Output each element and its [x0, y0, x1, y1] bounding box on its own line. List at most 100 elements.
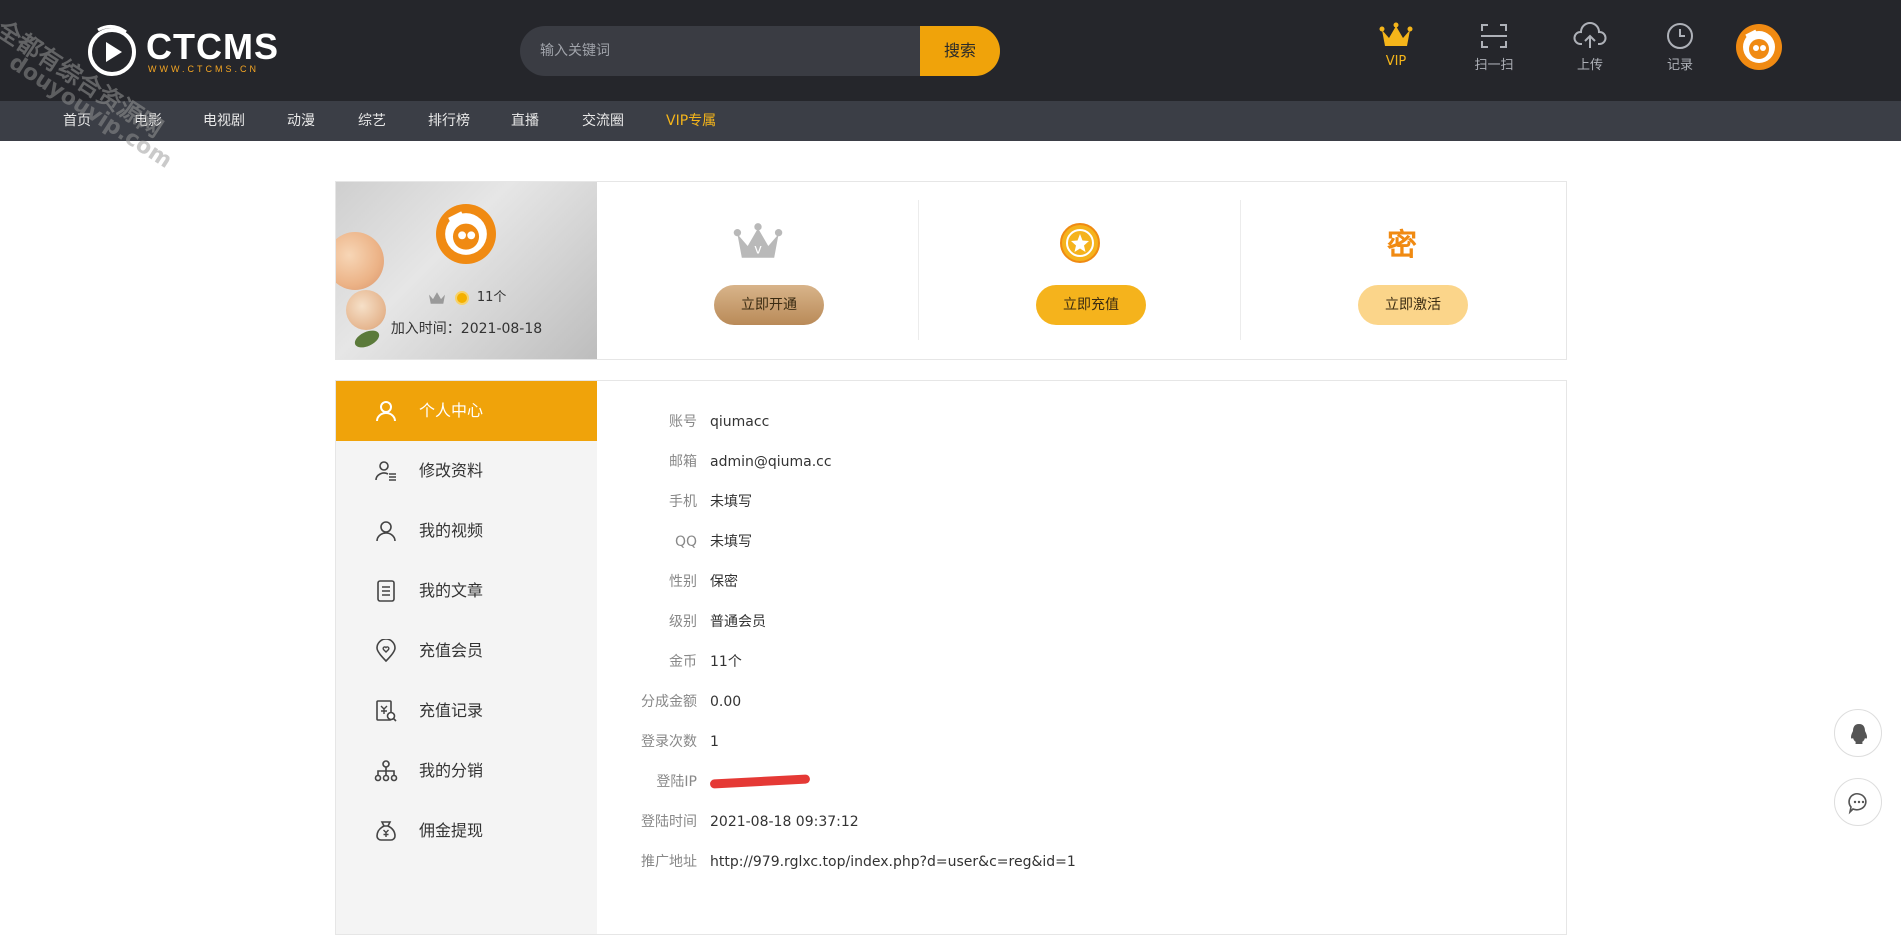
clock-icon	[1667, 23, 1693, 49]
header-upload[interactable]: 上传	[1560, 22, 1620, 73]
cloud-upload-icon	[1573, 22, 1607, 48]
info-label: 分成金额	[641, 694, 697, 710]
money-bag-icon	[376, 821, 396, 841]
referral-link[interactable]: http://979.rglxc.top/index.php?d=user&c=…	[710, 842, 1076, 882]
info-label: 级别	[669, 614, 697, 630]
crown-icon: v	[733, 223, 783, 258]
recharge-button[interactable]: 立即充值	[1036, 285, 1146, 325]
info-row-coins: 金币 11个	[597, 642, 1497, 682]
sidebar-item-label: 我的分销	[419, 761, 484, 780]
sidebar-item-my-articles[interactable]: 我的文章	[336, 561, 597, 621]
info-label: 账号	[669, 414, 697, 430]
nav-movies[interactable]: 电影	[134, 101, 162, 141]
sidebar-item-label: 个人中心	[419, 401, 484, 420]
info-value: 1	[710, 734, 719, 750]
sidebar-item-withdraw-commission[interactable]: 佣金提现	[336, 801, 597, 861]
nav-community[interactable]: 交流圈	[582, 101, 624, 141]
sidebar-item-label: 我的视频	[419, 521, 484, 540]
activate-button[interactable]: 立即激活	[1358, 285, 1468, 325]
sidebar-item-label: 修改资料	[419, 461, 484, 480]
logo-text: CTCMS	[146, 26, 279, 67]
user-icon	[376, 401, 396, 422]
info-row-email: 邮箱 admin@qiuma.cc	[597, 442, 1497, 482]
gold-coin-icon	[1060, 223, 1100, 263]
bill-search-icon	[376, 700, 397, 722]
profile-banner: 11个 加入时间：2021-08-18	[336, 182, 597, 359]
info-label: 邮箱	[669, 454, 697, 470]
open-vip-button[interactable]: 立即开通	[714, 285, 824, 325]
sidebar-item-recharge-records[interactable]: 充值记录	[336, 681, 597, 741]
info-label: 金币	[669, 654, 697, 670]
search-button[interactable]: 搜索	[920, 26, 1000, 76]
info-label: 登陆IP	[656, 774, 697, 790]
coin-icon	[454, 290, 469, 305]
info-row-level: 级别 普通会员	[597, 602, 1497, 642]
crown-icon	[428, 291, 445, 304]
info-value: 0.00	[710, 694, 742, 710]
nav-home[interactable]: 首页	[63, 101, 91, 141]
info-row-account: 账号 qiumacc	[597, 402, 1497, 442]
info-row-login-ip: 登陆IP	[597, 762, 1497, 802]
profile-avatar	[436, 204, 496, 264]
info-value: 2021-08-18 09:37:12	[710, 814, 859, 830]
info-row-gender: 性别 保密	[597, 562, 1497, 602]
vip-open-panel: v 立即开通	[597, 182, 919, 359]
header-history[interactable]: 记录	[1650, 22, 1710, 73]
user-sidebar: 个人中心 修改资料 我的视频 我的文章 充值会员 充值记录 我的分销 佣金提现	[336, 381, 597, 934]
flower-decoration	[336, 232, 384, 290]
header-scan-label: 扫一扫	[1474, 58, 1514, 73]
nav-live[interactable]: 直播	[511, 101, 539, 141]
info-value: 保密	[710, 574, 738, 590]
user-avatar[interactable]	[1736, 24, 1782, 70]
sidebar-item-label: 充值记录	[419, 701, 484, 720]
header-upload-label: 上传	[1576, 58, 1603, 73]
sidebar-item-recharge-vip[interactable]: 充值会员	[336, 621, 597, 681]
avatar-face-icon	[445, 211, 487, 255]
sidebar-item-label: 我的文章	[419, 581, 484, 600]
info-row-login-count: 登录次数 1	[597, 722, 1497, 762]
sidebar-item-label: 充值会员	[419, 641, 484, 660]
scan-icon	[1481, 24, 1507, 48]
avatar-face-icon	[1743, 29, 1775, 63]
nav-anime[interactable]: 动漫	[287, 101, 315, 141]
info-label: 登录次数	[641, 734, 697, 750]
chat-button[interactable]	[1834, 778, 1882, 826]
qq-contact-button[interactable]	[1834, 709, 1882, 757]
header-scan[interactable]: 扫一扫	[1464, 22, 1524, 73]
logo-subtext: WWW.CTCMS.CN	[148, 64, 259, 74]
location-heart-icon	[376, 639, 396, 663]
sidebar-item-profile-center[interactable]: 个人中心	[336, 381, 597, 441]
nav-tv[interactable]: 电视剧	[203, 101, 245, 141]
network-tree-icon	[374, 760, 398, 782]
info-label: 手机	[669, 494, 697, 510]
info-value: 普通会员	[710, 614, 766, 630]
header-vip[interactable]: VIP	[1366, 22, 1426, 69]
activate-panel: 密 立即激活	[1241, 182, 1563, 359]
profile-join-time: 加入时间：2021-08-18	[390, 321, 543, 337]
sidebar-item-my-distribution[interactable]: 我的分销	[336, 741, 597, 801]
password-key-icon: 密	[1387, 228, 1417, 263]
redaction-mark	[709, 774, 811, 789]
profile-summary-card: 11个 加入时间：2021-08-18 v 立即开通 立即充值 密 立即激活	[335, 181, 1567, 360]
sidebar-item-my-videos[interactable]: 我的视频	[336, 501, 597, 561]
info-value: 11个	[710, 654, 742, 670]
crown-icon	[1379, 22, 1413, 46]
info-value: 未填写	[710, 494, 752, 510]
search-input[interactable]	[540, 26, 900, 76]
header-vip-label: VIP	[1385, 54, 1407, 69]
top-header: CTCMS WWW.CTCMS.CN 搜索 VIP 扫一扫 上传 记录	[0, 0, 1901, 101]
info-label: QQ	[674, 534, 697, 550]
nav-variety[interactable]: 综艺	[358, 101, 386, 141]
sidebar-item-edit-profile[interactable]: 修改资料	[336, 441, 597, 501]
qq-penguin-icon	[1851, 724, 1867, 744]
site-logo[interactable]: CTCMS WWW.CTCMS.CN	[84, 22, 278, 78]
info-label: 性别	[669, 574, 697, 590]
search-bar: 搜索	[520, 26, 1000, 76]
svg-text:v: v	[754, 242, 762, 257]
info-value: admin@qiuma.cc	[710, 454, 832, 470]
nav-vip[interactable]: VIP专属	[666, 101, 716, 141]
nav-ranking[interactable]: 排行榜	[428, 101, 470, 141]
info-row-commission: 分成金额 0.00	[597, 682, 1497, 722]
info-value: 未填写	[710, 534, 752, 550]
user-edit-icon	[375, 461, 396, 481]
